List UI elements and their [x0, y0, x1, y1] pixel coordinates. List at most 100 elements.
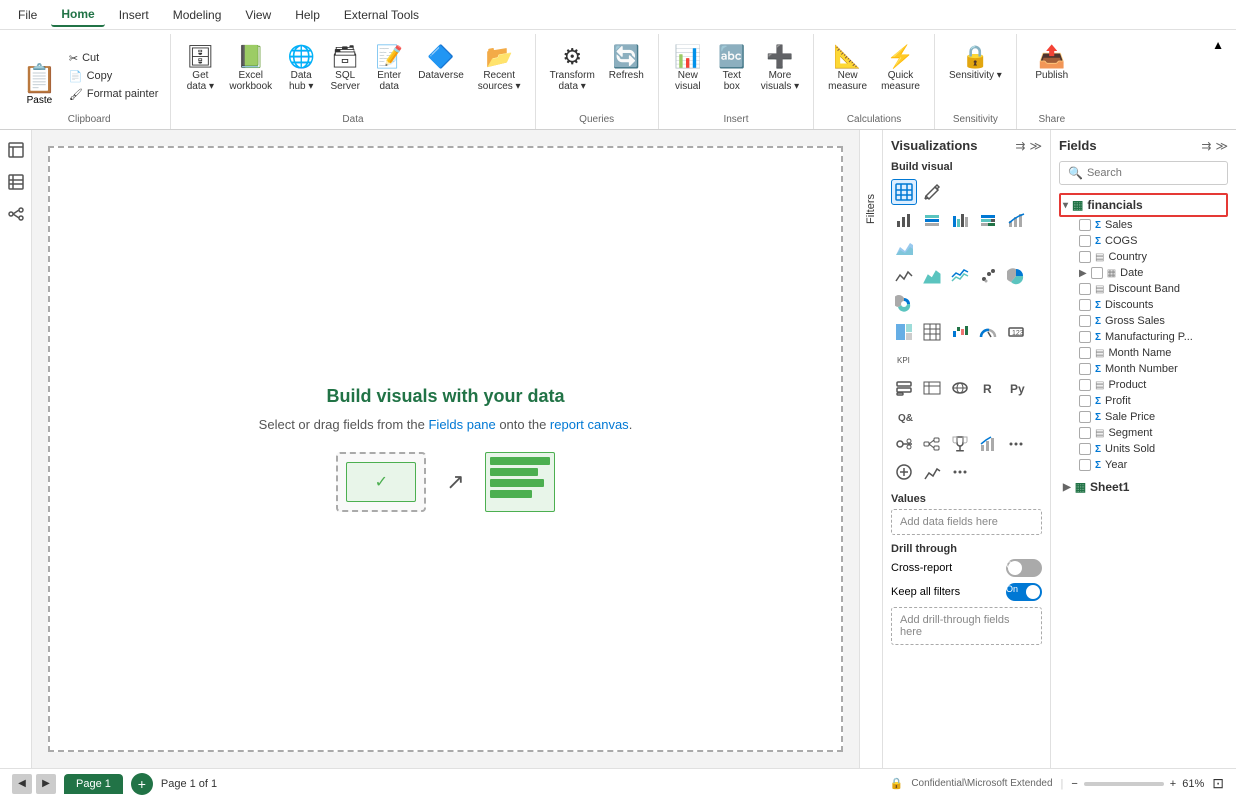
- month-number-checkbox[interactable]: [1079, 363, 1091, 375]
- viz-kpi-icon[interactable]: KPI: [891, 347, 917, 373]
- refresh-button[interactable]: 🔄 Refresh: [603, 40, 650, 110]
- field-item-gross-sales[interactable]: Σ Gross Sales: [1059, 313, 1228, 329]
- field-item-country[interactable]: ▤ Country: [1059, 249, 1228, 265]
- quick-measure-button[interactable]: ⚡ Quickmeasure: [875, 40, 926, 110]
- new-measure-button[interactable]: 📐 Newmeasure: [822, 40, 873, 110]
- sensitivity-button[interactable]: 🔒 Sensitivity ▾: [943, 40, 1008, 110]
- excel-workbook-button[interactable]: 📗 Excelworkbook: [223, 40, 278, 110]
- viz-stacked-bar-icon[interactable]: [919, 207, 945, 233]
- viz-combo-icon[interactable]: [975, 431, 1001, 457]
- viz-waterfall-icon[interactable]: [947, 319, 973, 345]
- segment-checkbox[interactable]: [1079, 427, 1091, 439]
- viz-expand-icon[interactable]: ⇉: [1015, 139, 1025, 153]
- values-drop-zone[interactable]: Add data fields here: [891, 509, 1042, 535]
- viz-python-icon[interactable]: Py: [1003, 375, 1029, 401]
- viz-pencil-icon[interactable]: [919, 179, 945, 205]
- page-1-tab[interactable]: Page 1: [64, 774, 123, 794]
- text-box-button[interactable]: 🔤 Textbox: [711, 40, 753, 110]
- viz-scatter-icon[interactable]: [975, 263, 1001, 289]
- menu-help[interactable]: Help: [285, 4, 330, 26]
- viz-more-icon[interactable]: [1003, 431, 1029, 457]
- copy-button[interactable]: 📄 Copy: [65, 68, 163, 85]
- viz-grouped-bar-icon[interactable]: [947, 207, 973, 233]
- viz-gauge-icon[interactable]: [975, 319, 1001, 345]
- fit-page-icon[interactable]: ⊡: [1212, 775, 1224, 792]
- menu-home[interactable]: Home: [51, 3, 104, 27]
- manuf-price-checkbox[interactable]: [1079, 331, 1091, 343]
- new-visual-button[interactable]: 📊 Newvisual: [667, 40, 709, 110]
- report-canvas[interactable]: Build visuals with your data Select or d…: [48, 146, 843, 752]
- field-item-profit[interactable]: Σ Profit: [1059, 393, 1228, 409]
- viz-trophy-icon[interactable]: [947, 431, 973, 457]
- dataverse-button[interactable]: 🔷 Dataverse: [412, 40, 470, 110]
- nav-next-button[interactable]: ▶: [36, 774, 56, 794]
- more-visuals-button[interactable]: ➕ Morevisuals ▾: [755, 40, 805, 110]
- country-checkbox[interactable]: [1079, 251, 1091, 263]
- transform-data-button[interactable]: ⚙ Transformdata ▾: [544, 40, 601, 110]
- table-view-button[interactable]: [4, 170, 28, 194]
- menu-file[interactable]: File: [8, 4, 47, 26]
- viz-line-bar-icon[interactable]: [1003, 207, 1029, 233]
- drill-through-drop-zone[interactable]: Add drill-through fields here: [891, 607, 1042, 645]
- field-item-date[interactable]: ▶ ▦ Date: [1059, 265, 1228, 281]
- field-item-discount-band[interactable]: ▤ Discount Band: [1059, 281, 1228, 297]
- field-item-month-number[interactable]: Σ Month Number: [1059, 361, 1228, 377]
- viz-donut-icon[interactable]: [891, 291, 917, 317]
- sale-price-checkbox[interactable]: [1079, 411, 1091, 423]
- sql-server-button[interactable]: 🗃 SQLServer: [324, 40, 366, 110]
- menu-modeling[interactable]: Modeling: [163, 4, 232, 26]
- field-item-sales[interactable]: Σ Sales: [1059, 217, 1228, 233]
- ribbon-collapse-button[interactable]: ▲: [1208, 34, 1228, 56]
- profit-checkbox[interactable]: [1079, 395, 1091, 407]
- viz-key-influencers-icon[interactable]: [891, 431, 917, 457]
- keep-filters-toggle[interactable]: On: [1006, 583, 1042, 601]
- viz-table2-icon[interactable]: [919, 375, 945, 401]
- field-item-product[interactable]: ▤ Product: [1059, 377, 1228, 393]
- fields-expand-icon[interactable]: ⇉: [1201, 139, 1211, 153]
- cross-report-toggle[interactable]: Off: [1006, 559, 1042, 577]
- field-item-discounts[interactable]: Σ Discounts: [1059, 297, 1228, 313]
- recent-sources-button[interactable]: 📂 Recentsources ▾: [472, 40, 527, 110]
- viz-treemap-icon[interactable]: [891, 319, 917, 345]
- field-item-manufacturing-price[interactable]: Σ Manufacturing P...: [1059, 329, 1228, 345]
- discount-band-checkbox[interactable]: [1079, 283, 1091, 295]
- field-item-cogs[interactable]: Σ COGS: [1059, 233, 1228, 249]
- viz-collapse-icon[interactable]: ≫: [1029, 139, 1042, 153]
- discounts-checkbox[interactable]: [1079, 299, 1091, 311]
- units-sold-checkbox[interactable]: [1079, 443, 1091, 455]
- sheet1-group-header[interactable]: ▶ ▦ Sheet1: [1059, 475, 1228, 499]
- sales-checkbox[interactable]: [1079, 219, 1091, 231]
- field-item-month-name[interactable]: ▤ Month Name: [1059, 345, 1228, 361]
- filters-label[interactable]: Filters: [861, 190, 881, 228]
- zoom-slider[interactable]: [1084, 782, 1164, 786]
- gross-sales-checkbox[interactable]: [1079, 315, 1091, 327]
- cogs-checkbox[interactable]: [1079, 235, 1091, 247]
- viz-stacked-area-icon[interactable]: [891, 235, 917, 261]
- field-item-sale-price[interactable]: Σ Sale Price: [1059, 409, 1228, 425]
- viz-card-icon[interactable]: 123: [1003, 319, 1029, 345]
- year-checkbox[interactable]: [1079, 459, 1091, 471]
- field-item-segment[interactable]: ▤ Segment: [1059, 425, 1228, 441]
- get-data-button[interactable]: 🗄 Getdata ▾: [179, 40, 221, 110]
- financials-group-header[interactable]: ▾ ▦ financials: [1059, 193, 1228, 217]
- viz-ribbon-icon[interactable]: [947, 263, 973, 289]
- viz-map-icon[interactable]: [947, 375, 973, 401]
- paste-button[interactable]: 📋 Paste: [16, 58, 63, 110]
- fields-collapse-icon[interactable]: ≫: [1215, 139, 1228, 153]
- viz-pie-icon[interactable]: [1003, 263, 1029, 289]
- date-checkbox[interactable]: [1091, 267, 1103, 279]
- enter-data-button[interactable]: 📝 Enterdata: [368, 40, 410, 110]
- viz-analytics-icon[interactable]: [919, 459, 945, 485]
- menu-view[interactable]: View: [235, 4, 281, 26]
- search-input[interactable]: [1087, 167, 1229, 179]
- report-view-button[interactable]: [4, 138, 28, 162]
- data-hub-button[interactable]: 🌐 Datahub ▾: [280, 40, 322, 110]
- menu-external-tools[interactable]: External Tools: [334, 4, 429, 26]
- viz-ellipsis-icon[interactable]: [947, 459, 973, 485]
- zoom-in-icon[interactable]: +: [1170, 778, 1176, 790]
- nav-prev-button[interactable]: ◀: [12, 774, 32, 794]
- zoom-out-icon[interactable]: −: [1071, 778, 1077, 790]
- viz-bar-icon[interactable]: [891, 207, 917, 233]
- viz-r-icon[interactable]: R: [975, 375, 1001, 401]
- viz-slicer-icon[interactable]: [891, 375, 917, 401]
